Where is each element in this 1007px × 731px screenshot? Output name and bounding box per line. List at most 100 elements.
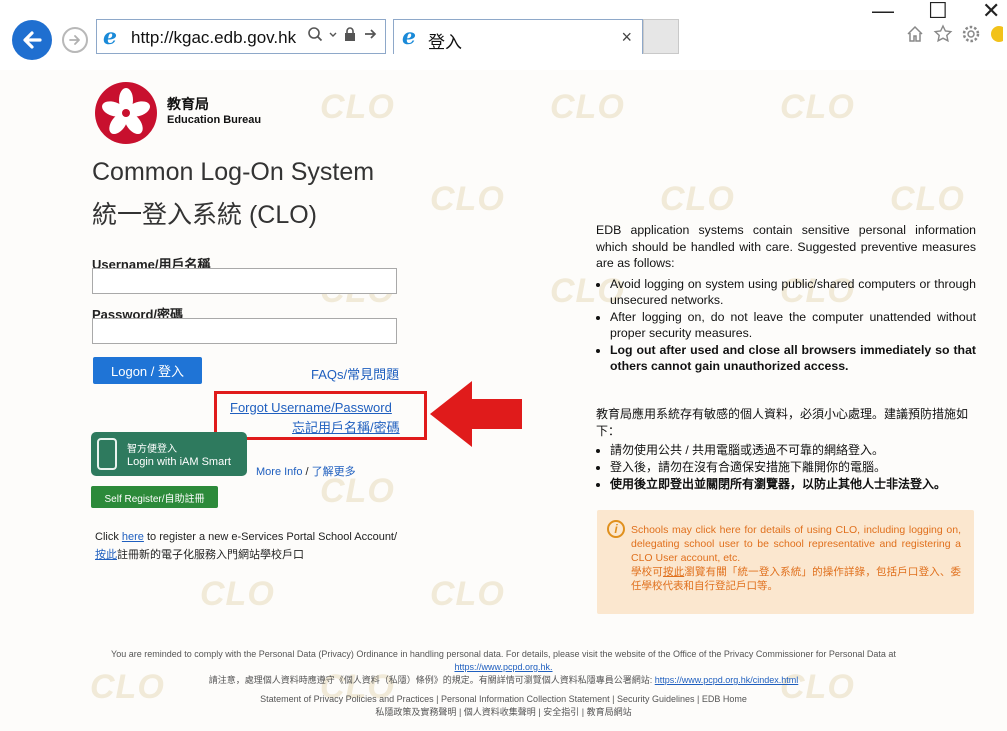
favorites-star-icon[interactable] xyxy=(933,24,953,44)
address-bar[interactable]: e http://kgac.edb.gov.hk xyxy=(96,19,386,54)
ie-logo-icon: e xyxy=(103,24,117,50)
info-text-zh: 學校可按此瀏覽有關「統一登入系統」的操作詳錄，包括戶口登入、委任學校代表和自行登… xyxy=(631,565,961,593)
register-suffix-zh: 註冊新的電子化服務入門網站學校戶口 xyxy=(117,549,304,561)
lock-icon[interactable] xyxy=(343,26,357,42)
notice-intro-en: EDB application systems contain sensitiv… xyxy=(596,223,976,270)
watermark: CLO xyxy=(550,88,625,126)
info-prefix-zh: 學校可 xyxy=(631,566,663,578)
edb-logo xyxy=(95,82,157,144)
info-icon: i xyxy=(607,520,625,538)
info-here-link-zh[interactable]: 按此 xyxy=(663,566,684,578)
new-tab-button[interactable] xyxy=(643,19,679,54)
info-prefix-en: Schools may click xyxy=(631,524,720,536)
more-info-link[interactable]: More Info xyxy=(256,466,302,478)
watermark: CLO xyxy=(780,88,855,126)
notice-intro-zh: 教育局應用系統存有敏感的個人資料，必須小心處理。建議預防措施如下： xyxy=(596,407,969,438)
footer-link[interactable]: 私隱政策及實務聲明 xyxy=(375,707,456,717)
address-bar-icons xyxy=(307,26,379,42)
watermark: CLO xyxy=(430,180,505,218)
footer-link[interactable]: 教育局網站 xyxy=(587,707,632,717)
footer-link[interactable]: EDB Home xyxy=(702,694,747,704)
footer-links-zh: 私隱政策及實務聲明 | 個人資料收集聲明 | 安全指引 | 教育局網站 xyxy=(0,706,1007,719)
footer-separator: | xyxy=(458,707,462,717)
username-field[interactable] xyxy=(92,268,397,294)
list-item: 請勿使用公共 / 共用電腦或透過不可靠的網絡登入。 xyxy=(610,442,976,459)
iam-smart-phone-icon xyxy=(97,438,117,470)
search-icon[interactable] xyxy=(307,26,323,42)
register-here-link[interactable]: here xyxy=(122,531,144,543)
home-icon[interactable] xyxy=(905,24,925,44)
forward-icon xyxy=(69,35,80,45)
footer-privacy-en: You are reminded to comply with the Pers… xyxy=(111,649,896,659)
info-text: Schools may click here for details of us… xyxy=(631,523,961,593)
info-box: i Schools may click here for details of … xyxy=(597,510,974,614)
forward-button[interactable] xyxy=(62,27,88,53)
back-button[interactable] xyxy=(12,20,52,60)
footer-link[interactable]: Statement of Privacy Policies and Practi… xyxy=(260,694,434,704)
footer-separator: | xyxy=(612,694,615,704)
footer-links-en: Statement of Privacy Policies and Practi… xyxy=(0,693,1007,706)
faq-link[interactable]: FAQs/常見問題 xyxy=(311,364,399,383)
watermark: CLO xyxy=(660,180,735,218)
footer-separator: | xyxy=(436,694,439,704)
security-notice-zh: 教育局應用系統存有敏感的個人資料，必須小心處理。建議預防措施如下： 請勿使用公共… xyxy=(596,406,976,493)
list-item: 登入後，請勿在沒有合適保安措施下離開你的電腦。 xyxy=(610,459,976,476)
notice-list-en: Avoid logging on system using public/sha… xyxy=(596,276,976,375)
footer-separator: | xyxy=(538,707,541,717)
footer-link[interactable]: 安全指引 xyxy=(543,707,579,717)
footer: You are reminded to comply with the Pers… xyxy=(0,648,1007,719)
iam-smart-login-button[interactable]: 智方便登入 Login with iAM Smart xyxy=(91,432,247,476)
self-register-button[interactable]: Self Register/自助註冊 xyxy=(91,486,218,508)
logon-button[interactable]: Logon / 登入 xyxy=(93,357,202,384)
pcpd-link[interactable]: https://www.pcpd.org.hk. xyxy=(454,662,552,672)
settings-gear-icon[interactable] xyxy=(961,24,981,44)
watermark: CLO xyxy=(430,575,505,613)
watermark: CLO xyxy=(200,575,275,613)
info-here-link[interactable]: here xyxy=(720,524,741,536)
more-info-link-zh[interactable]: 了解更多 xyxy=(312,466,356,478)
notice-list-zh: 請勿使用公共 / 共用電腦或透過不可靠的網絡登入。 登入後，請勿在沒有合適保安措… xyxy=(596,442,976,493)
tab-close-icon[interactable]: × xyxy=(621,27,632,48)
iam-smart-label-en: Login with iAM Smart xyxy=(127,456,231,468)
list-item: After logging on, do not leave the compu… xyxy=(610,309,976,342)
url-text: http://kgac.edb.gov.hk xyxy=(131,28,297,47)
footer-link[interactable]: 個人資料收集聲明 xyxy=(464,707,536,717)
red-arrow-annotation xyxy=(430,381,522,447)
register-account-text-zh: 按此註冊新的電子化服務入門網站學校戶口 xyxy=(95,546,304,562)
watermark: CLO xyxy=(890,180,965,218)
watermark: CLO xyxy=(320,88,395,126)
footer-link[interactable]: Security Guidelines xyxy=(617,694,695,704)
bureau-name-zh: 教育局 xyxy=(167,96,209,112)
register-account-text: Click here to register a new e-Services … xyxy=(95,531,397,543)
page-content: CLO CLO CLO CLO CLO CLO CLO CLO CLO CLO … xyxy=(0,70,1007,731)
register-here-link-zh[interactable]: 按此 xyxy=(95,549,117,561)
footer-separator: | xyxy=(697,694,700,704)
highlight-box xyxy=(214,391,427,440)
list-item: Log out after used and close all browser… xyxy=(610,342,976,375)
smiley-icon[interactable] xyxy=(989,24,1003,44)
footer-link[interactable]: Personal Information Collection Statemen… xyxy=(441,694,610,704)
refresh-icon[interactable] xyxy=(363,26,379,42)
close-window-button[interactable]: ✕ xyxy=(982,0,1000,24)
list-item: Avoid logging on system using public/sha… xyxy=(610,276,976,309)
minimize-button[interactable]: — xyxy=(872,0,894,24)
footer-separator: | xyxy=(581,707,585,717)
password-field[interactable] xyxy=(92,318,397,344)
security-notice-en: EDB application systems contain sensitiv… xyxy=(596,222,976,375)
back-icon xyxy=(23,31,42,49)
bureau-name-en: Education Bureau xyxy=(167,114,262,126)
pcpd-link-zh[interactable]: https://www.pcpd.org.hk/cindex.html xyxy=(655,675,799,685)
iam-smart-label-zh: 智方便登入 xyxy=(127,444,177,455)
register-suffix: to register a new e-Services Portal Scho… xyxy=(143,531,398,543)
page-title-zh: 統一登入系統 (CLO) xyxy=(92,201,318,229)
footer-privacy-zh: 請注意，處理個人資料時應遵守《個人資料（私隱）條例》的規定。有關詳情可瀏覽個人資… xyxy=(208,675,653,685)
toolbar-icons xyxy=(905,24,1003,44)
ie-logo-icon: e xyxy=(402,24,416,50)
maximize-button[interactable]: ☐ xyxy=(928,0,948,24)
bauhinia-logo-icon xyxy=(102,88,150,135)
dropdown-icon[interactable] xyxy=(329,26,337,42)
page-title-en: Common Log-On System xyxy=(92,158,375,186)
more-info: More Info / 了解更多 xyxy=(256,463,356,479)
tab-title: 登入 xyxy=(428,33,462,52)
tab-login[interactable]: e 登入 × xyxy=(393,19,643,54)
